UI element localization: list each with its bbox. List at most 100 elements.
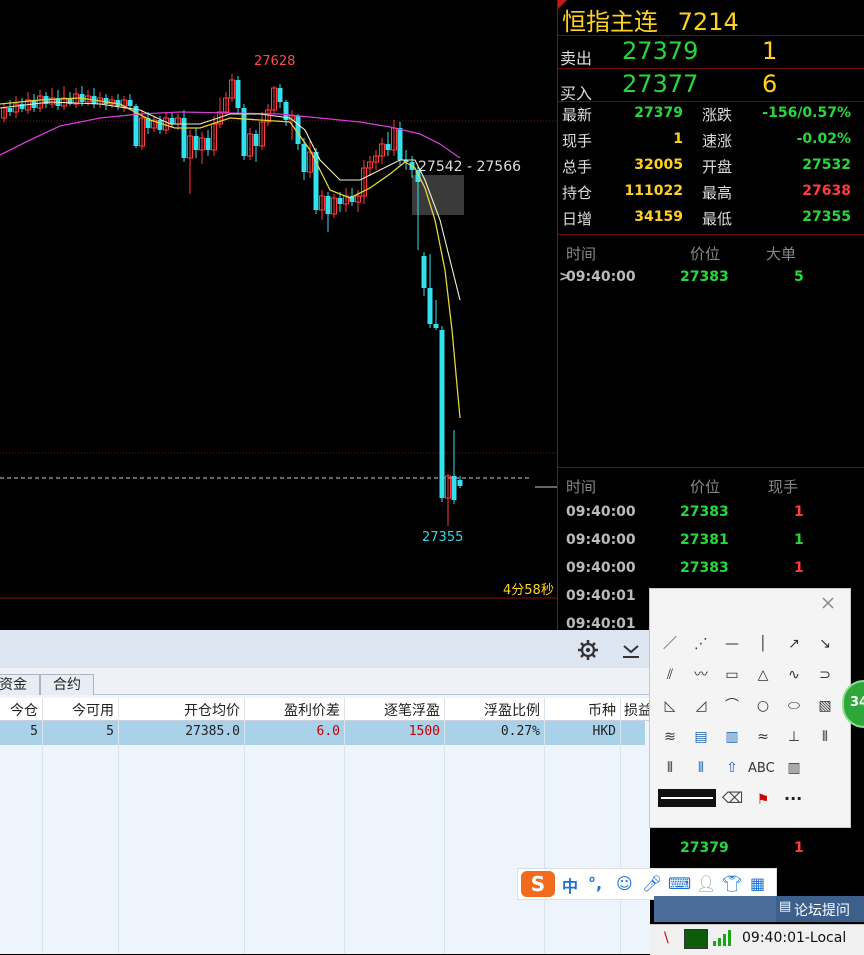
stat-label: 日增 (562, 210, 593, 228)
candlestick-chart[interactable]: 27628 27542 - 27566 27355 4分58秒 (0, 0, 557, 600)
fib-time-tool-icon[interactable]: ⦀ (657, 755, 683, 781)
bigorder-size: 5 (794, 269, 804, 285)
sine-wave-tool-icon[interactable]: ∿ (781, 662, 807, 688)
divider (558, 101, 864, 102)
parallel-line-tool-icon[interactable]: ⫽ (657, 662, 683, 688)
cycle-tool-icon[interactable]: ⊥ (781, 724, 807, 750)
table-cell: 5 (106, 724, 114, 739)
bid-qty: 6 (762, 70, 778, 98)
triangle-tool-icon[interactable]: △ (750, 662, 776, 688)
tab-funds[interactable]: 资金 (0, 674, 40, 695)
grid-menu-icon[interactable]: ▦ (750, 874, 765, 893)
volume-tool-icon[interactable]: ▥ (781, 755, 807, 781)
timezone-tool-icon[interactable]: ⦀ (688, 755, 714, 781)
text-tool[interactable]: ABC (748, 761, 775, 776)
column-divider (344, 698, 345, 954)
fib-fan-tool-icon[interactable]: ▧ (812, 693, 838, 719)
column-divider (620, 698, 621, 954)
column-header: 盈利价差 (284, 703, 340, 719)
status-bar: \ 09:40:01-Local (650, 924, 864, 955)
pitchfork-tool-icon[interactable]: ≈ (750, 724, 776, 750)
positions-toolbar (0, 630, 650, 668)
candle-body (385, 144, 391, 150)
stat-value: 32005 (634, 157, 683, 173)
arrow-up-tool-icon[interactable]: ⇧ (719, 755, 745, 781)
stat-label: 持仓 (562, 184, 593, 202)
signal-strength-icon (713, 930, 731, 946)
flag-icon[interactable]: ⚑ (750, 787, 776, 813)
candle-body (439, 330, 445, 498)
column-divider (544, 698, 545, 954)
ime-lang-toggle[interactable]: 中 (562, 873, 578, 897)
chart-range-label: 27542 - 27566 (418, 159, 522, 175)
column-divider (118, 698, 119, 954)
ime-punct-toggle[interactable]: °, (588, 874, 602, 893)
stat-label: 最低 (702, 210, 733, 228)
tab-contracts[interactable]: 合约 (40, 674, 94, 695)
fib-retrace-tool-icon[interactable]: ▤ (688, 724, 714, 750)
rectangle-tool-icon[interactable]: ▭ (719, 662, 745, 688)
stat-value: 1 (673, 131, 683, 147)
arc-curve-tool-icon[interactable]: ⌒ (719, 693, 745, 719)
speed-lines-tool-icon[interactable]: ≋ (657, 724, 683, 750)
keyboard-icon[interactable]: ⌨ (668, 874, 691, 893)
sogou-logo-icon[interactable]: S (521, 871, 555, 897)
table-cell: 0.27% (500, 724, 540, 739)
clock: 09:40:01-Local (742, 930, 847, 946)
more-tools-button[interactable]: ··· (784, 789, 802, 808)
candle-body (301, 144, 307, 172)
gann-fan-tool-icon[interactable]: ◿ (688, 693, 714, 719)
arc-tool-icon[interactable]: ⊃ (812, 662, 838, 688)
emoji-icon[interactable]: ☺ (616, 874, 633, 893)
horizontal-line-tool-icon[interactable]: — (719, 631, 745, 657)
divider (558, 234, 864, 235)
eraser-icon[interactable]: ⌫ (722, 789, 743, 807)
stat-label: 总手 (562, 158, 593, 176)
user-icon[interactable]: 👤︎ (696, 874, 716, 893)
ellipse-tool-icon[interactable]: ⬭ (781, 693, 807, 719)
stat-value: 27379 (634, 105, 683, 121)
candle-body (325, 196, 331, 214)
chart-canvas[interactable] (0, 0, 557, 600)
dotted-line-tool-icon[interactable]: ⋰ (688, 631, 714, 657)
ray-up-tool-icon[interactable]: ↗ (781, 631, 807, 657)
candle-body (277, 88, 283, 102)
candle-body (241, 108, 247, 156)
column-header: 浮盈比例 (484, 703, 540, 719)
tick-time: 09:40:00 (566, 560, 636, 576)
circle-tool-icon[interactable]: ○ (750, 693, 776, 719)
collapse-icon[interactable] (620, 640, 642, 660)
bid-row[interactable]: 买入 27377 6 (558, 68, 864, 103)
candle-body (205, 138, 211, 150)
gear-icon[interactable] (577, 639, 599, 661)
microphone-icon[interactable]: 🎤︎ (642, 874, 662, 893)
contract-code: 7214 (677, 8, 739, 36)
gann-angle-tool-icon[interactable]: ◺ (657, 693, 683, 719)
vertical-line-tool-icon[interactable]: │ (750, 631, 776, 657)
stat-value: 34159 (634, 209, 683, 225)
stat-value: 27638 (802, 183, 851, 199)
candle-body (433, 324, 439, 328)
candle-body (457, 480, 463, 486)
column-header: 币种 (588, 703, 616, 719)
candle-body (337, 198, 343, 204)
line-tool-icon[interactable]: ／ (657, 631, 683, 657)
zigzag-tool-icon[interactable]: 〰 (688, 662, 714, 688)
bid-price: 27377 (622, 70, 699, 98)
ask-row[interactable]: 卖出 27379 1 (558, 35, 864, 68)
close-icon[interactable] (820, 595, 836, 611)
candle-body (397, 128, 403, 160)
candle-body (157, 120, 163, 130)
last-tick-price: 27379 (680, 840, 729, 856)
line-style-selector[interactable] (658, 789, 716, 807)
table-row[interactable]: 5 5 27385.0 6.0 1500 0.27% HKD (0, 721, 645, 745)
ray-down-tool-icon[interactable]: ↘ (812, 631, 838, 657)
period-lines-tool-icon[interactable]: ⦀ (812, 724, 838, 750)
fib-extension-tool-icon[interactable]: ▥ (719, 724, 745, 750)
positions-table-header: 今仓 今可用 开仓均价 盈利价差 逐笔浮盈 浮盈比例 币种 损益 (0, 698, 652, 721)
bigorder-price: 27383 (680, 269, 729, 285)
skin-icon[interactable]: 👕︎ (722, 874, 742, 893)
tick-time: 09:40:01 (566, 588, 636, 604)
forum-button[interactable]: ▤ 论坛提问 (776, 896, 864, 922)
bigorder-size-header: 大单 (766, 245, 797, 263)
